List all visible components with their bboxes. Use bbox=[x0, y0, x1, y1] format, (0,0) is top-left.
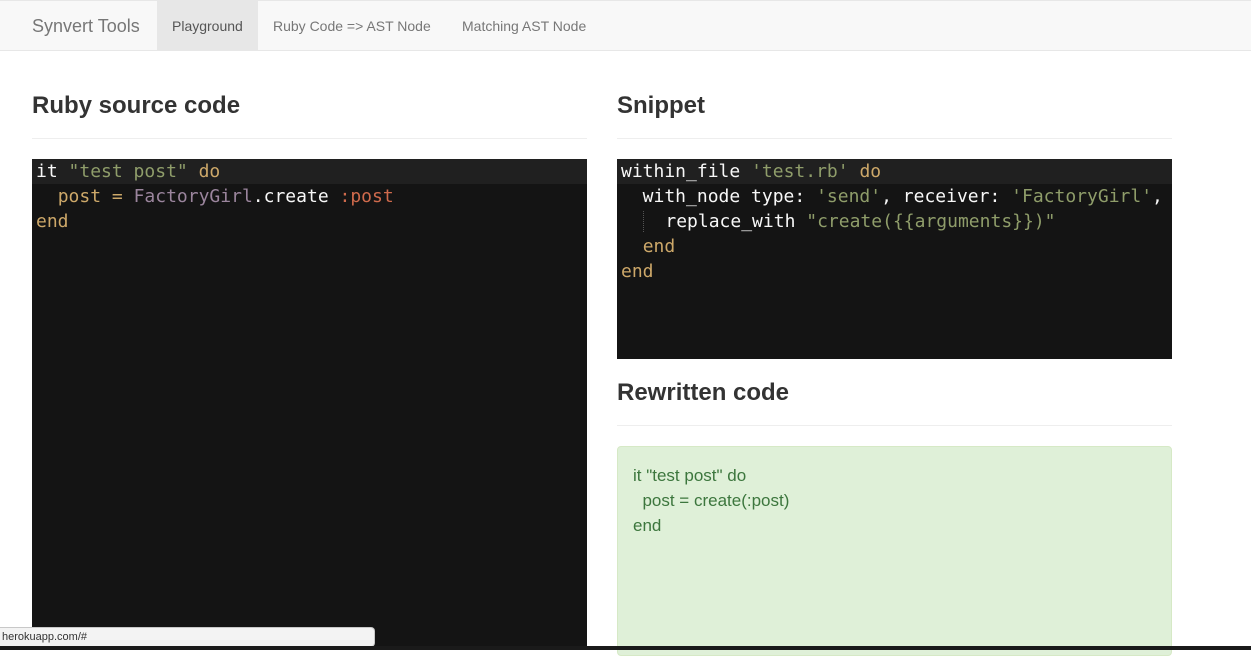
source-title: Ruby source code bbox=[32, 92, 241, 119]
status-url-bar: herokuapp.com/# bbox=[0, 627, 375, 647]
code-token: :post bbox=[339, 186, 394, 207]
code-token: 'test.rb' bbox=[751, 161, 849, 182]
code-token: 'send' bbox=[816, 186, 882, 207]
source-code-editor[interactable]: it "test post" do post = FactoryGirl.cre… bbox=[32, 159, 587, 650]
code-token: 'FactoryGirl' bbox=[1011, 186, 1153, 207]
rewritten-divider bbox=[617, 425, 1172, 426]
source-divider bbox=[32, 138, 587, 139]
snippet-code-line[interactable]: within_file 'test.rb' do bbox=[617, 159, 1172, 184]
code-token: , bbox=[1152, 186, 1163, 207]
rewritten-code-line: end bbox=[633, 516, 662, 535]
code-token: end bbox=[642, 236, 676, 257]
code-token: end bbox=[621, 261, 654, 282]
navbar: Synvert Tools Playground Ruby Code => AS… bbox=[0, 0, 1251, 51]
snippet-code-editor[interactable]: within_file 'test.rb' do with_node type:… bbox=[617, 159, 1172, 359]
snippet-divider bbox=[617, 138, 1172, 139]
code-token: post bbox=[57, 186, 102, 207]
code-token: within_file bbox=[621, 161, 741, 182]
code-token: it bbox=[36, 161, 58, 182]
code-token: FactoryGirl bbox=[133, 186, 253, 207]
code-token: "test post" bbox=[68, 161, 188, 182]
source-code-line[interactable]: it "test post" do bbox=[32, 159, 587, 184]
rewritten-code-line: it "test post" do bbox=[633, 466, 747, 485]
nav-item-ruby-code-to-ast[interactable]: Ruby Code => AST Node bbox=[258, 1, 446, 51]
code-token: "create({{arguments}})" bbox=[806, 211, 1056, 232]
code-token: , receiver: bbox=[881, 186, 1012, 207]
snippet-code-line[interactable]: with_node type: 'send', receiver: 'Facto… bbox=[617, 184, 1172, 209]
code-token: replace_with bbox=[643, 211, 807, 232]
rewritten-title: Rewritten code bbox=[617, 379, 790, 406]
snippet-code-line[interactable]: end bbox=[617, 259, 1172, 284]
bottom-edge bbox=[0, 646, 1251, 650]
snippet-title: Snippet bbox=[617, 92, 705, 119]
source-code-line[interactable]: post = FactoryGirl.create :post bbox=[32, 184, 587, 209]
brand-link[interactable]: Synvert Tools bbox=[32, 1, 140, 51]
code-token: do bbox=[198, 161, 221, 182]
code-token: end bbox=[36, 211, 69, 232]
snippet-code-line[interactable]: end bbox=[617, 234, 1172, 259]
code-token: .create bbox=[252, 186, 340, 207]
indent-guide bbox=[621, 211, 644, 232]
rewritten-code-line: post = create(:post) bbox=[633, 491, 790, 510]
nav-item-playground[interactable]: Playground bbox=[157, 1, 258, 51]
code-token: with_node type: bbox=[621, 186, 817, 207]
code-token: = bbox=[111, 186, 123, 207]
rewritten-code-output: it "test post" do post = create(:post) en… bbox=[617, 446, 1172, 656]
code-token: do bbox=[859, 161, 882, 182]
snippet-code-line[interactable]: replace_with "create({{arguments}})" bbox=[617, 209, 1172, 234]
source-code-line[interactable]: end bbox=[32, 209, 587, 234]
nav-item-matching-ast-node[interactable]: Matching AST Node bbox=[447, 1, 601, 51]
